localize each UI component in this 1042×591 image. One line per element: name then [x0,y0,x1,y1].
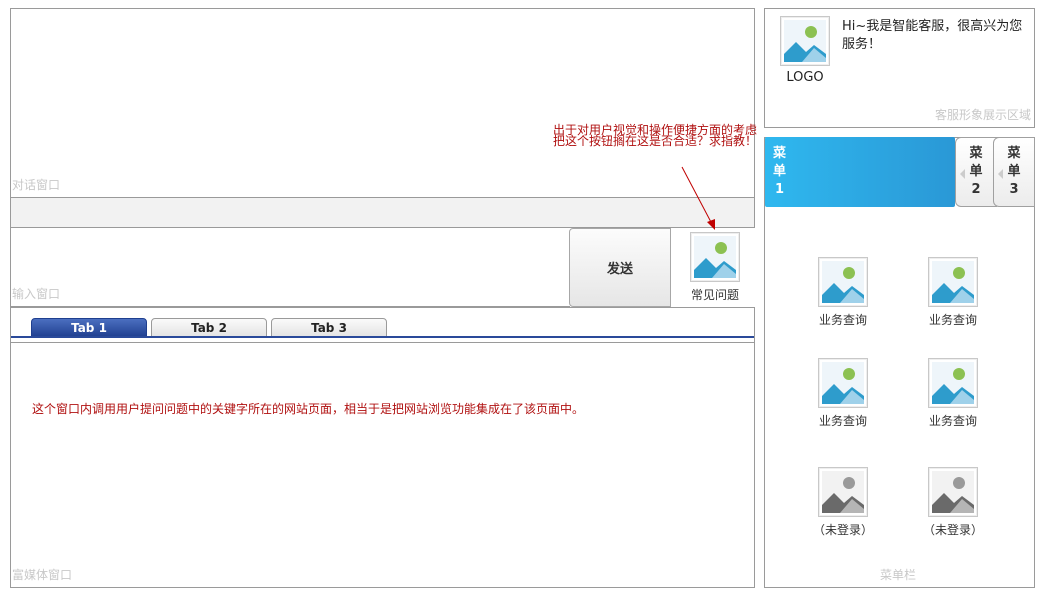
image-placeholder-icon [818,257,868,307]
menu-tab-1-char: 单 [773,164,787,179]
chevron-left-icon [998,169,1003,179]
menu-item-label: （未登录） [922,523,983,537]
image-placeholder-icon [928,358,978,408]
chat-divider-strip [10,197,755,228]
menu-item-label: 业务查询 [818,313,867,327]
menu-item-business-query[interactable]: 业务查询 [918,257,988,328]
image-placeholder-icon [690,232,740,282]
tab-2[interactable]: Tab 2 [151,318,267,338]
input-window[interactable]: 输入窗口 [10,227,570,307]
logo-caption: LOGO [786,70,824,85]
logo: LOGO [780,16,830,85]
tab-3[interactable]: Tab 3 [271,318,387,338]
tab-1[interactable]: Tab 1 [31,318,147,338]
chevron-left-icon [960,169,965,179]
input-window-label: 输入窗口 [12,287,61,301]
logo-image-icon [780,16,830,66]
menu-tab-3-char: 3 [1009,182,1019,197]
rich-media-label: 富媒体窗口 [12,568,73,582]
menu-tab-1-char: 菜 [773,146,787,161]
menu-tab-2[interactable]: 菜 单 2 [955,137,997,207]
rich-media-note: 这个窗口内调用用户提问问题中的关键字所在的网站页面，相当于是把网站浏览功能集成在… [32,402,585,416]
menu-tab-2-char: 2 [971,182,981,197]
menu-panel-label: 菜单栏 [880,568,917,582]
menu-tab-3[interactable]: 菜 单 3 [993,137,1035,207]
menu-tab-2-char: 单 [969,164,983,179]
image-placeholder-icon [818,358,868,408]
image-placeholder-grey-icon [818,467,868,517]
service-area-label: 客服形象展示区域 [934,108,1031,122]
greeting-text: Hi~我是智能客服，很高兴为您服务！ [842,19,1023,52]
chat-window: 对话窗口 [10,8,755,198]
menu-tab-3-char: 菜 [1007,146,1021,161]
chat-window-label: 对话窗口 [12,178,61,192]
menu-item-label: 业务查询 [928,313,977,327]
menu-item-business-query[interactable]: 业务查询 [808,358,878,429]
image-placeholder-grey-icon [928,467,978,517]
tabs-bar: Tab 1 Tab 2 Tab 3 [10,307,755,343]
faq-label: 常见问题 [690,288,739,302]
annotation-line-2: 把这个按钮搁在这是否合适？求指教！ [553,134,758,148]
menu-item-logged-out[interactable]: （未登录） [918,467,988,538]
menu-item-business-query[interactable]: 业务查询 [918,358,988,429]
rich-media-window[interactable]: 这个窗口内调用用户提问问题中的关键字所在的网站页面，相当于是把网站浏览功能集成在… [10,342,755,588]
menu-tab-2-char: 菜 [969,146,983,161]
menu-tab-1[interactable]: 菜 单 1 [765,137,955,207]
menu-item-business-query[interactable]: 业务查询 [808,257,878,328]
menu-item-label: 业务查询 [818,414,867,428]
menu-item-logged-out[interactable]: （未登录） [808,467,878,538]
tab-underline [11,336,754,338]
menu-item-label: 业务查询 [928,414,977,428]
menu-tab-1-char: 1 [774,182,785,197]
image-placeholder-icon [928,257,978,307]
menu-tab-3-char: 单 [1007,164,1021,179]
faq-button[interactable]: 常见问题 [682,232,748,303]
menu-item-label: （未登录） [812,523,873,537]
send-button[interactable]: 发送 [569,228,671,307]
